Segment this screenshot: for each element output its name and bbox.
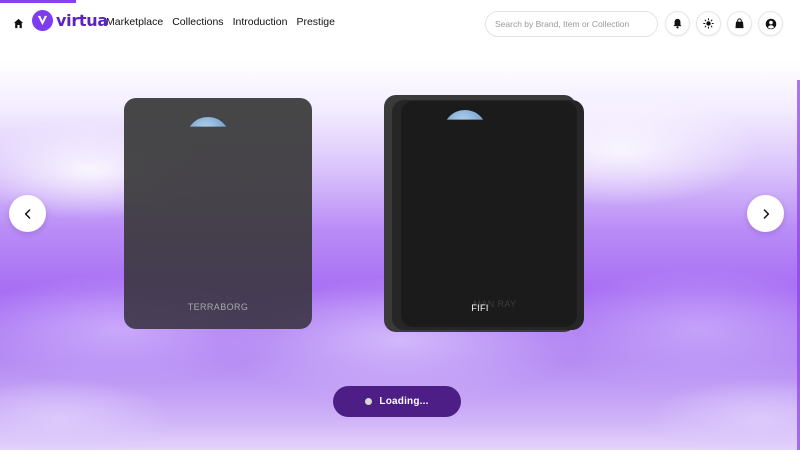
virtua-logo-icon	[32, 10, 53, 31]
top-navbar: virtua Marketplace Collections Introduct…	[0, 3, 800, 43]
loading-label: Loading...	[379, 396, 429, 407]
card-label-fifi: FIFI	[471, 303, 489, 313]
search-input[interactable]	[485, 11, 658, 37]
carousel-prev-button[interactable]	[9, 195, 46, 232]
collection-card-fifi[interactable]	[401, 101, 577, 327]
nav-link-collections[interactable]: Collections	[172, 16, 223, 28]
cart-button[interactable]	[727, 11, 752, 36]
nav-link-marketplace[interactable]: Marketplace	[106, 16, 163, 28]
user-icon	[765, 18, 776, 29]
profile-button[interactable]	[758, 11, 783, 36]
card-label-terraborg: TERRABORG	[187, 302, 249, 312]
notifications-button[interactable]	[665, 11, 690, 36]
home-button[interactable]	[6, 11, 31, 36]
bag-icon	[735, 18, 744, 29]
nav-link-prestige[interactable]: Prestige	[296, 16, 335, 28]
brand-name: virtua	[56, 11, 108, 30]
chevron-left-icon	[24, 208, 30, 219]
main-nav: Marketplace Collections Introduction Pre…	[106, 16, 335, 28]
nav-link-introduction[interactable]: Introduction	[233, 16, 288, 28]
planet-icon	[443, 110, 487, 120]
carousel-next-button[interactable]	[747, 195, 784, 232]
bell-icon	[673, 18, 682, 29]
brand-logo[interactable]: virtua	[32, 10, 108, 31]
collection-card-terraborg[interactable]	[124, 98, 312, 329]
loading-button[interactable]: Loading...	[333, 386, 461, 417]
spinner-icon	[365, 398, 373, 405]
chevron-right-icon	[763, 208, 769, 219]
sun-icon	[703, 18, 714, 29]
header-actions	[665, 11, 783, 36]
home-icon	[13, 18, 24, 29]
theme-toggle-button[interactable]	[696, 11, 721, 36]
